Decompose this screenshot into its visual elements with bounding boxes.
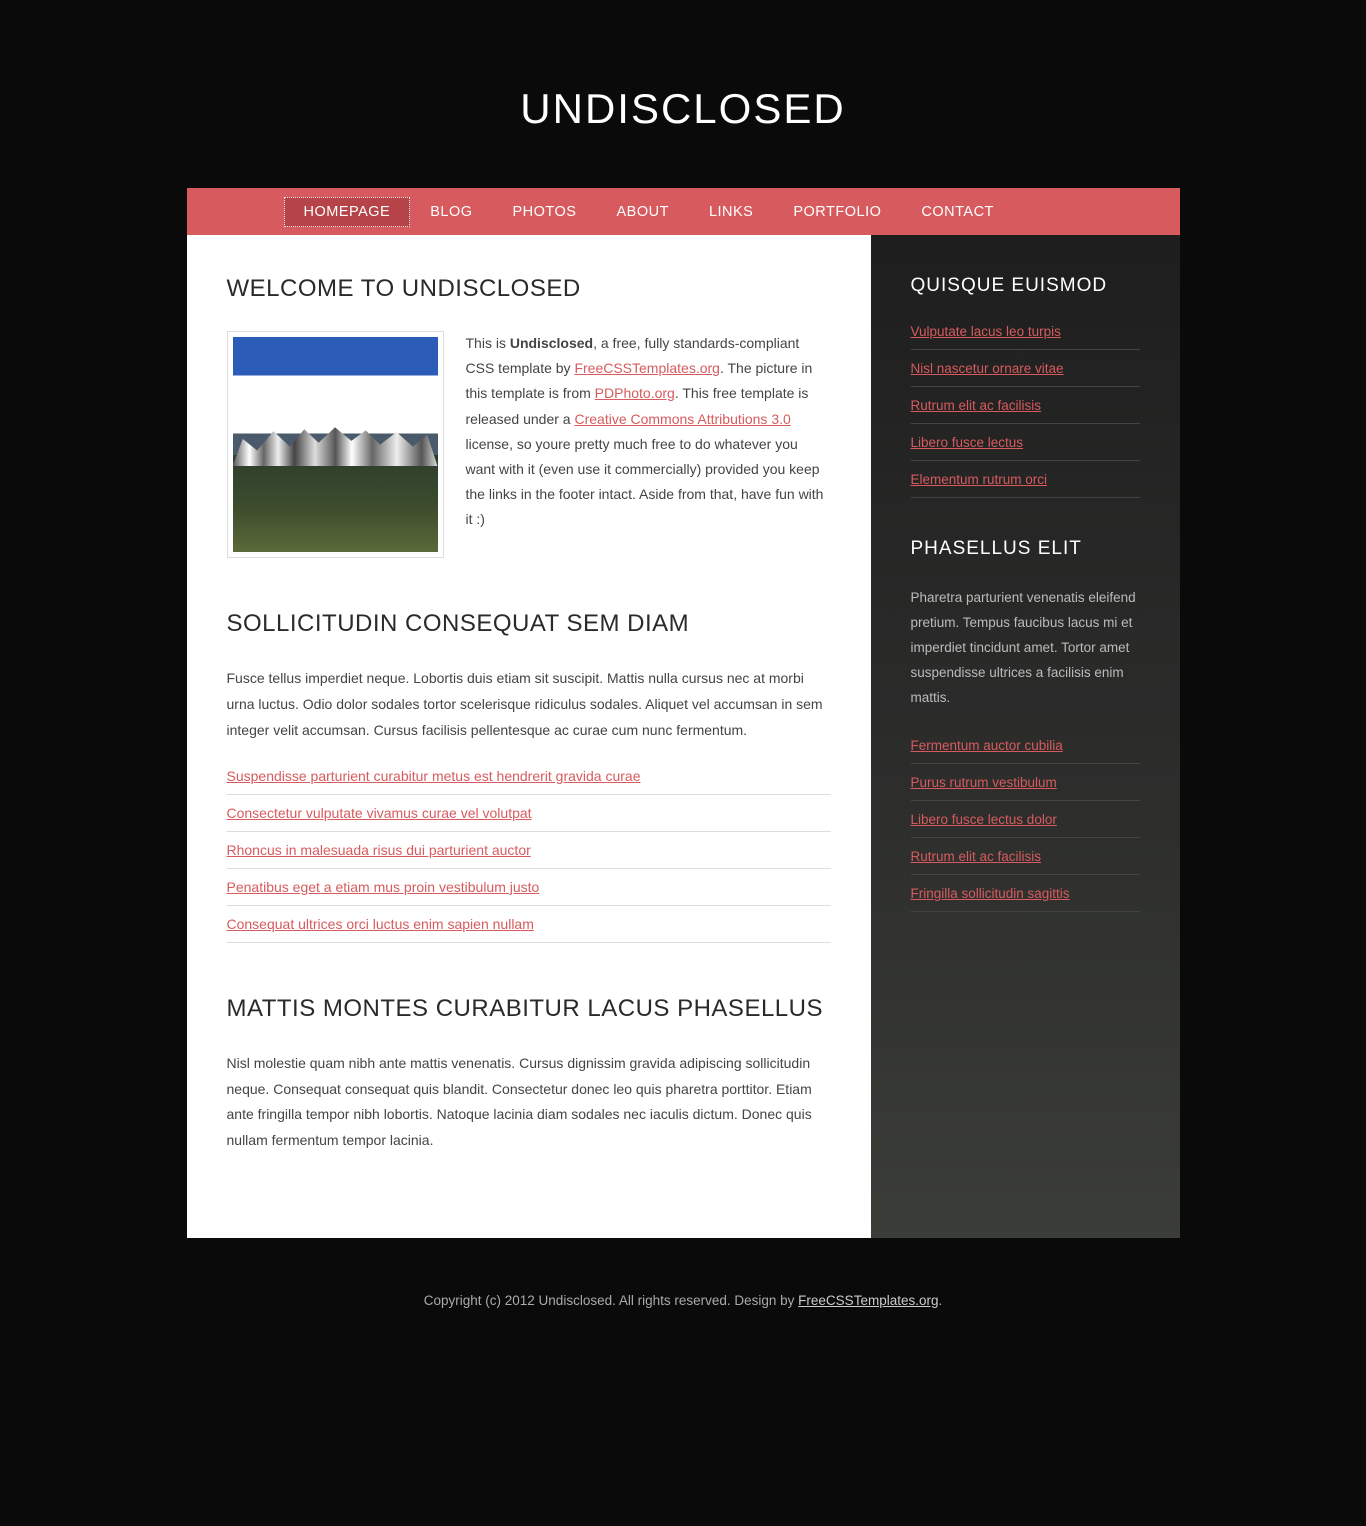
sidebar-link[interactable]: Elementum rutrum orci	[911, 472, 1048, 487]
link-cc-license[interactable]: Creative Commons Attributions 3.0	[574, 411, 790, 427]
intro-paragraph: This is Undisclosed, a free, fully stand…	[466, 331, 831, 558]
intro-text-part: This is	[466, 335, 510, 351]
list-item: Vulputate lacus leo turpis	[911, 323, 1140, 350]
nav-links[interactable]: LINKS	[689, 197, 773, 227]
nav-portfolio[interactable]: PORTFOLIO	[773, 197, 901, 227]
intro-bold: Undisclosed	[510, 335, 593, 351]
sidebar-title: QUISQUE EUISMOD	[911, 275, 1140, 297]
list-item: Fermentum auctor cubilia	[911, 737, 1140, 764]
post-mattis: MATTIS MONTES CURABITUR LACUS PHASELLUS …	[227, 995, 831, 1155]
sidebar-link-list: Fermentum auctor cubilia Purus rutrum ve…	[911, 737, 1140, 912]
footer: Copyright (c) 2012 Undisclosed. All righ…	[187, 1238, 1180, 1368]
nav-contact[interactable]: CONTACT	[901, 197, 1014, 227]
list-item: Fringilla sollicitudin sagittis	[911, 875, 1140, 912]
post-welcome: WELCOME TO UNDISCLOSED This is Undisclos…	[227, 275, 831, 558]
intro-text-part: license, so youre pretty much free to do…	[466, 436, 824, 528]
main-content: WELCOME TO UNDISCLOSED This is Undisclos…	[187, 235, 871, 1238]
footer-text: Copyright (c) 2012 Undisclosed. All righ…	[424, 1293, 798, 1308]
intro-image-frame	[227, 331, 444, 558]
list-item: Rutrum elit ac facilisis	[911, 838, 1140, 875]
post-body: Nisl molestie quam nibh ante mattis vene…	[227, 1051, 831, 1155]
list-item: Consectetur vulputate vivamus curae vel …	[227, 795, 831, 832]
post-link[interactable]: Suspendisse parturient curabitur metus e…	[227, 768, 641, 784]
sidebar-link[interactable]: Rutrum elit ac facilisis	[911, 849, 1042, 864]
sidebar-link[interactable]: Nisl nascetur ornare vitae	[911, 361, 1064, 376]
post-link[interactable]: Rhoncus in malesuada risus dui parturien…	[227, 842, 531, 858]
sidebar-link-list: Vulputate lacus leo turpis Nisl nascetur…	[911, 323, 1140, 498]
footer-text: .	[938, 1293, 942, 1308]
list-item: Rutrum elit ac facilisis	[911, 387, 1140, 424]
link-freecsstemplates[interactable]: FreeCSSTemplates.org	[574, 360, 720, 376]
sidebar-link[interactable]: Libero fusce lectus	[911, 435, 1024, 450]
nav-homepage[interactable]: HOMEPAGE	[284, 197, 411, 227]
list-item: Penatibus eget a etiam mus proin vestibu…	[227, 869, 831, 906]
post-link[interactable]: Consequat ultrices orci luctus enim sapi…	[227, 916, 534, 932]
site-title: UNDISCLOSED	[187, 85, 1180, 133]
post-title: WELCOME TO UNDISCLOSED	[227, 275, 831, 303]
sidebar-block-phasellus: PHASELLUS ELIT Pharetra parturient venen…	[911, 538, 1140, 912]
link-pdphoto[interactable]: PDPhoto.org	[595, 385, 675, 401]
post-link[interactable]: Penatibus eget a etiam mus proin vestibu…	[227, 879, 540, 895]
list-item: Libero fusce lectus	[911, 424, 1140, 461]
sidebar-link[interactable]: Fermentum auctor cubilia	[911, 738, 1063, 753]
list-item: Nisl nascetur ornare vitae	[911, 350, 1140, 387]
list-item: Libero fusce lectus dolor	[911, 801, 1140, 838]
sidebar: QUISQUE EUISMOD Vulputate lacus leo turp…	[871, 235, 1180, 1238]
sidebar-title: PHASELLUS ELIT	[911, 538, 1140, 560]
sidebar-block-quisque: QUISQUE EUISMOD Vulputate lacus leo turp…	[911, 275, 1140, 498]
post-title: MATTIS MONTES CURABITUR LACUS PHASELLUS	[227, 995, 831, 1023]
sidebar-link[interactable]: Vulputate lacus leo turpis	[911, 324, 1061, 339]
header: UNDISCLOSED	[187, 0, 1180, 188]
list-item: Suspendisse parturient curabitur metus e…	[227, 768, 831, 795]
post-link[interactable]: Consectetur vulputate vivamus curae vel …	[227, 805, 532, 821]
nav-blog[interactable]: BLOG	[410, 197, 492, 227]
nav-about[interactable]: ABOUT	[596, 197, 688, 227]
post-title: SOLLICITUDIN CONSEQUAT SEM DIAM	[227, 610, 831, 638]
nav-photos[interactable]: PHOTOS	[493, 197, 597, 227]
sidebar-link[interactable]: Purus rutrum vestibulum	[911, 775, 1057, 790]
post-sollicitudin: SOLLICITUDIN CONSEQUAT SEM DIAM Fusce te…	[227, 610, 831, 943]
post-link-list: Suspendisse parturient curabitur metus e…	[227, 768, 831, 943]
post-body: Fusce tellus imperdiet neque. Lobortis d…	[227, 666, 831, 744]
landscape-image	[233, 337, 438, 552]
sidebar-link[interactable]: Rutrum elit ac facilisis	[911, 398, 1042, 413]
sidebar-link[interactable]: Fringilla sollicitudin sagittis	[911, 886, 1070, 901]
list-item: Consequat ultrices orci luctus enim sapi…	[227, 906, 831, 943]
list-item: Purus rutrum vestibulum	[911, 764, 1140, 801]
main-nav: HOMEPAGE BLOG PHOTOS ABOUT LINKS PORTFOL…	[187, 188, 1180, 235]
footer-link-freecsstemplates[interactable]: FreeCSSTemplates.org	[798, 1293, 938, 1308]
sidebar-link[interactable]: Libero fusce lectus dolor	[911, 812, 1057, 827]
list-item: Elementum rutrum orci	[911, 461, 1140, 498]
sidebar-body: Pharetra parturient venenatis eleifend p…	[911, 586, 1140, 711]
list-item: Rhoncus in malesuada risus dui parturien…	[227, 832, 831, 869]
